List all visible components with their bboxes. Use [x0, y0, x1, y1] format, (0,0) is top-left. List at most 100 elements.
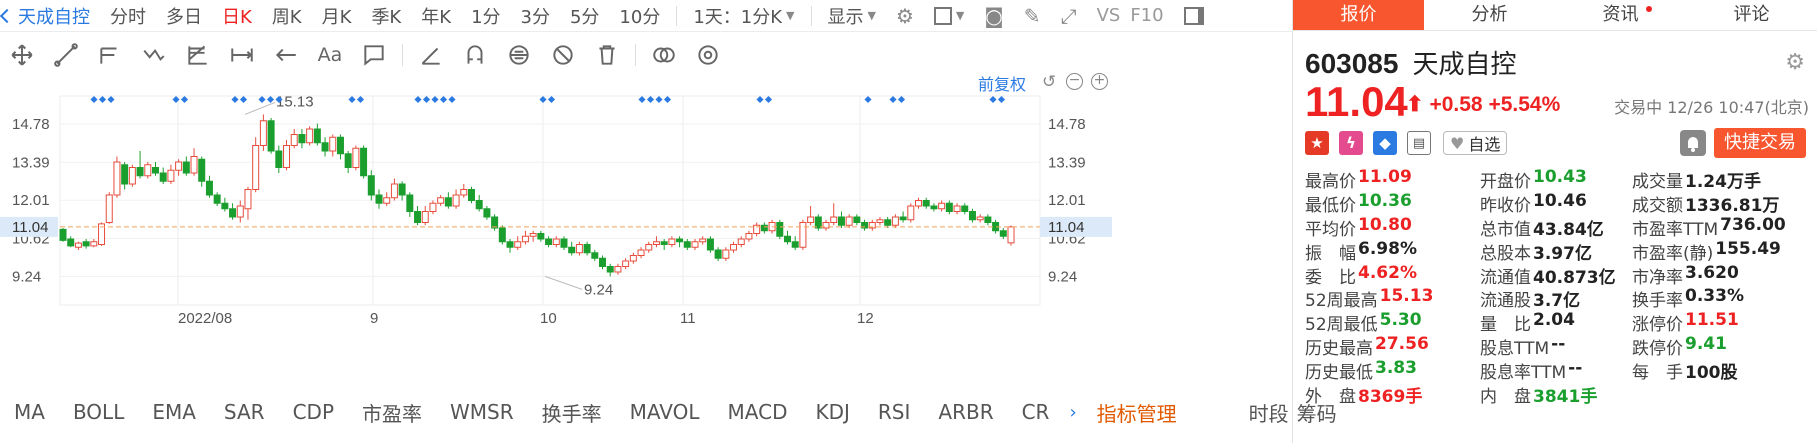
wave-tool-icon[interactable] [132, 40, 176, 70]
indicator-manage-button[interactable]: 指标管理 [1083, 398, 1191, 427]
indicator-8[interactable]: MAVOL [616, 400, 714, 424]
pencil-icon[interactable]: ✎ [1014, 0, 1051, 32]
display-button[interactable]: 显示 ▼ [818, 0, 886, 32]
stock-switch[interactable]: 天成自控 [0, 0, 100, 32]
magnet-icon[interactable] [453, 40, 497, 70]
candle-body [229, 208, 237, 218]
event-marker [98, 95, 107, 104]
adj-mode-button[interactable]: 前复权 [978, 71, 1026, 95]
indicator-5[interactable]: 市盈率 [348, 398, 436, 427]
lightning-icon[interactable]: ϟ [1339, 131, 1363, 155]
period-9[interactable]: 5分 [560, 0, 609, 32]
move-icon[interactable] [0, 40, 44, 70]
candle-body [899, 216, 907, 221]
candle-body [845, 216, 853, 226]
compare-icon[interactable] [642, 40, 686, 70]
tab-quote[interactable]: 报价 [1293, 0, 1424, 30]
comment-tool-icon[interactable] [352, 40, 396, 70]
settings-gear-icon[interactable]: ⚙ [1785, 50, 1805, 75]
fullscreen-icon[interactable]: ⤢ [1051, 0, 1087, 32]
indicator-12[interactable]: ARBR [924, 400, 1007, 424]
period-0[interactable]: 分时 [100, 0, 156, 32]
zoom-in-icon[interactable]: + [1091, 73, 1108, 90]
period-5[interactable]: 季K [361, 0, 411, 32]
zoom-out-icon[interactable]: − [1066, 73, 1083, 90]
period-10[interactable]: 10分 [609, 0, 670, 32]
watchlist-button[interactable]: ♥ 自选 [1443, 131, 1508, 155]
indicator-4[interactable]: CDP [279, 400, 348, 424]
quick-trade-button[interactable]: 快捷交易 [1714, 128, 1806, 158]
period-8[interactable]: 3分 [511, 0, 560, 32]
candle-body [814, 216, 822, 229]
candle-body [182, 161, 190, 174]
y-tick-label: 13.39 [12, 154, 50, 171]
arrow-tool-icon[interactable] [264, 40, 308, 70]
book-icon[interactable]: ▤ [1407, 131, 1431, 155]
candle-body [460, 189, 468, 196]
indicator-0[interactable]: MA [0, 400, 59, 424]
bell-icon[interactable] [1680, 130, 1706, 156]
indicator-3[interactable]: SAR [210, 400, 279, 424]
chevron-right-icon[interactable]: › [1063, 402, 1082, 423]
period-1[interactable]: 多日 [156, 0, 212, 32]
event-marker [997, 95, 1006, 104]
period-7[interactable]: 1分 [461, 0, 510, 32]
event-marker [431, 95, 439, 104]
tab-news-label: 资讯 [1602, 4, 1639, 25]
candle-body [730, 244, 738, 251]
quote-label: 市净率 [1632, 267, 1683, 288]
china-flag-icon[interactable]: ★ [1305, 131, 1329, 155]
quote-cell: 市盈率TTM 736.00 [1632, 215, 1807, 240]
combo-select[interactable]: 1天：1分K ▼ [683, 0, 804, 32]
x-tick-label: 10 [540, 310, 557, 327]
y-tick-label: 12.01 [12, 192, 50, 209]
settings-icon[interactable]: ⚙ [886, 0, 924, 32]
sidebar-toggle-icon[interactable] [1174, 0, 1214, 32]
angle-tool-icon[interactable] [409, 40, 453, 70]
vs-button[interactable]: VS [1087, 0, 1131, 32]
lock-tool-icon[interactable] [497, 40, 541, 70]
indicator-2[interactable]: EMA [138, 400, 210, 424]
tab-comments[interactable]: 评论 [1686, 0, 1817, 30]
channel-tool-icon[interactable] [88, 40, 132, 70]
reset-icon[interactable]: ↺ [1042, 72, 1056, 92]
kline-chart[interactable]: 14.78 14.7813.39 13.3912.01 12.0110.62 10.62… [0, 70, 1293, 392]
indicator-11[interactable]: RSI [864, 400, 925, 424]
tab-analysis[interactable]: 分析 [1424, 0, 1555, 30]
candle-body [537, 233, 545, 240]
indicator-1[interactable]: BOLL [59, 400, 138, 424]
period-2[interactable]: 日K [212, 0, 262, 32]
period-6[interactable]: 年K [411, 0, 461, 32]
indicator-10[interactable]: KDJ [801, 400, 863, 424]
candle-body [360, 147, 368, 177]
measure-tool-icon[interactable] [220, 40, 264, 70]
candle-body [452, 194, 460, 207]
f10-button[interactable]: F10 [1130, 0, 1173, 32]
shiduan-button[interactable]: 时段 [1245, 398, 1293, 427]
tab-news[interactable]: 资讯 [1555, 0, 1686, 30]
price-tag: 11.04 [1048, 219, 1084, 236]
quote-cell: 历史最高 27.56 [1305, 334, 1480, 359]
square-icon[interactable]: ▼ [924, 0, 974, 32]
line-tool-icon[interactable] [44, 40, 88, 70]
candle-body [668, 238, 676, 245]
trash-icon[interactable] [585, 40, 629, 70]
indicator-9[interactable]: MACD [714, 400, 802, 424]
hide-tool-icon[interactable] [541, 40, 585, 70]
candle-body [938, 202, 946, 210]
quote-cell: 总市值 43.84亿 [1480, 215, 1632, 240]
event-marker [547, 95, 556, 104]
indicator-13[interactable]: CR [1008, 400, 1064, 424]
period-4[interactable]: 月K [312, 0, 362, 32]
quote-value: 5.30 [1379, 310, 1422, 331]
text-tool-icon[interactable]: Aa [308, 40, 352, 70]
indicator-6[interactable]: WMSR [436, 400, 528, 424]
candle-body [390, 183, 398, 199]
gear-icon[interactable] [686, 40, 730, 70]
tag-icon[interactable]: ◆ [1373, 131, 1397, 155]
period-3[interactable]: 周K [262, 0, 312, 32]
fib-tool-icon[interactable] [176, 40, 220, 70]
camera-icon[interactable]: ◙ [974, 0, 1013, 32]
event-marker [356, 95, 365, 104]
indicator-7[interactable]: 换手率 [528, 398, 616, 427]
